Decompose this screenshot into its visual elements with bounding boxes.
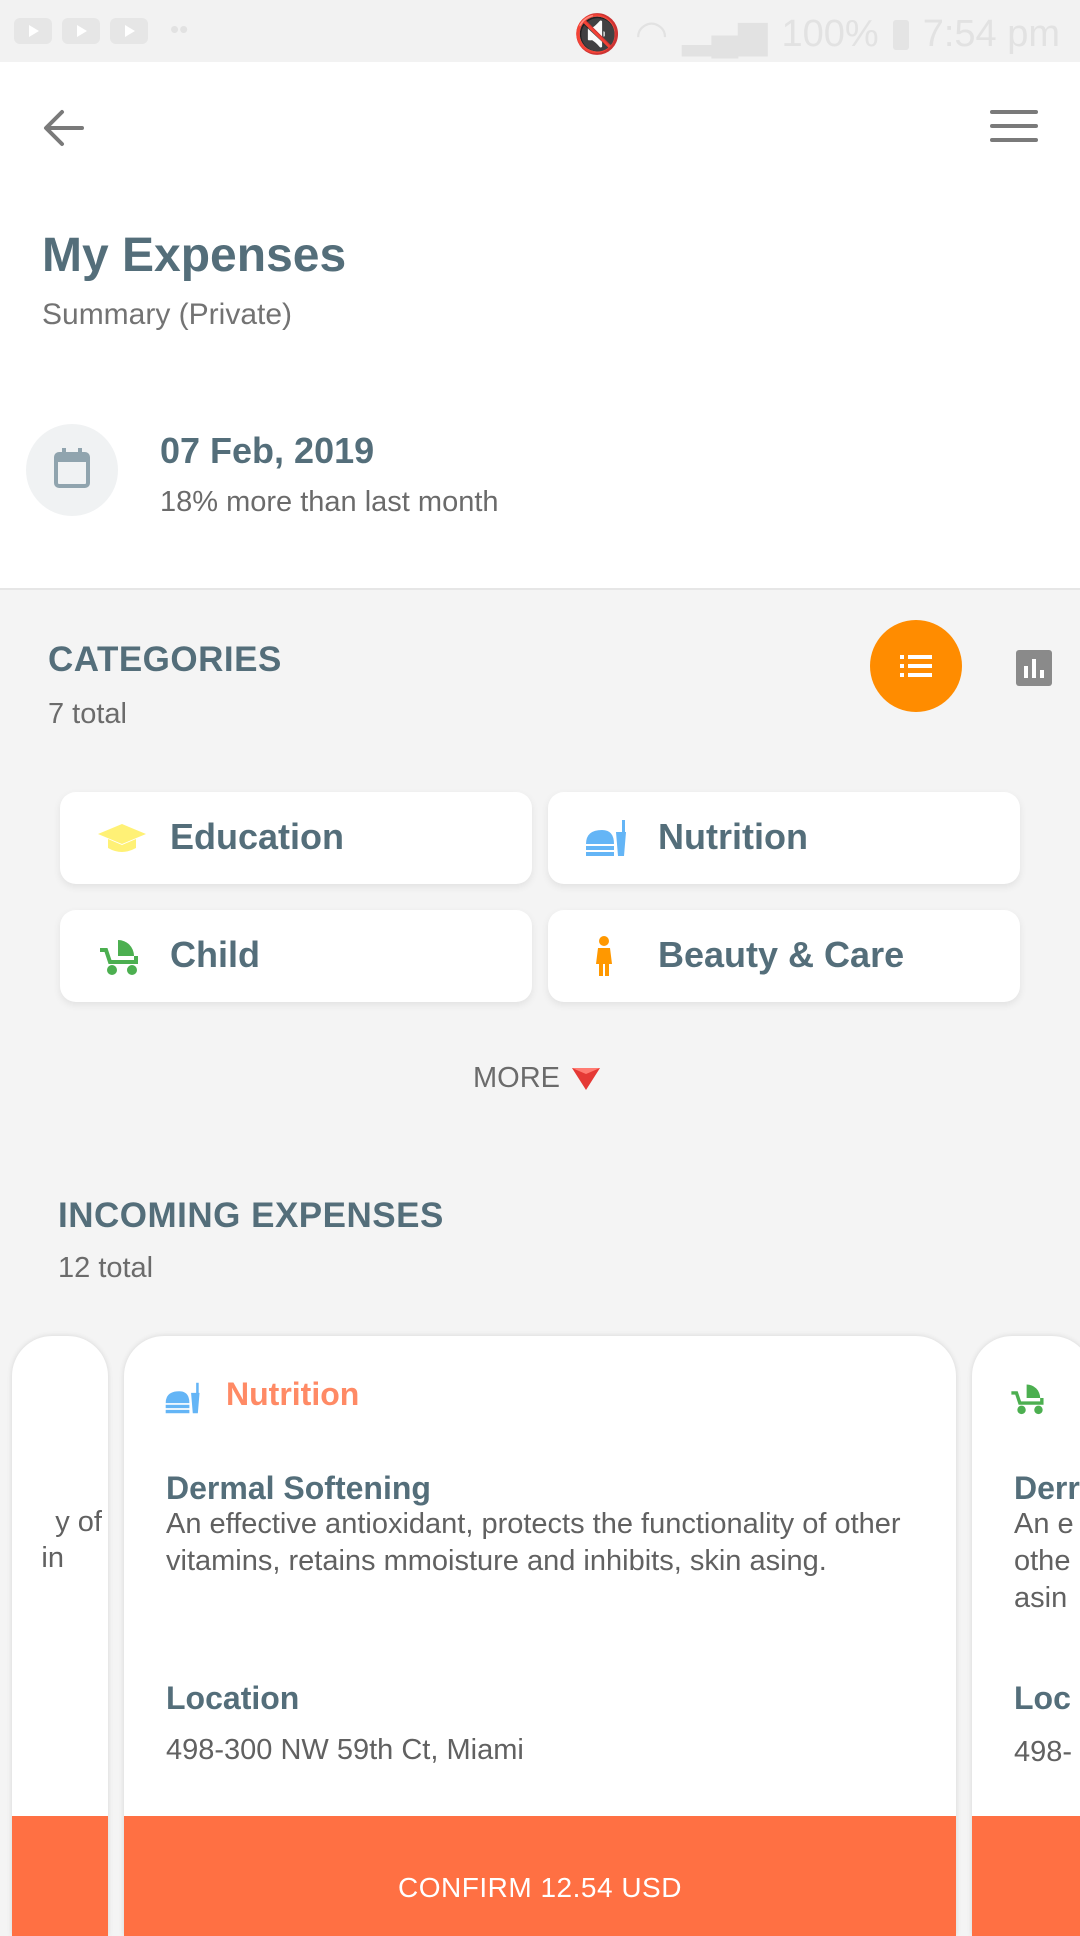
calendar-button[interactable] bbox=[26, 424, 118, 516]
location-label: Loc bbox=[1014, 1680, 1071, 1716]
expense-card-next[interactable]: Derr An e othe asin Loc 498- bbox=[972, 1336, 1080, 1936]
expense-location: 498- bbox=[1014, 1736, 1073, 1768]
status-icons: 🔇 ◠ ▂▄▆ 100% 7:54 pm bbox=[574, 12, 1060, 57]
more-label: MORE bbox=[473, 1062, 560, 1094]
incoming-expenses-count: 12 total bbox=[58, 1252, 154, 1284]
card-description-fragment: in bbox=[41, 1542, 64, 1574]
woman-icon bbox=[596, 936, 612, 976]
card-description-fragment: An e bbox=[1014, 1508, 1074, 1540]
battery-percent: 100% bbox=[781, 13, 879, 55]
category-nutrition[interactable]: Nutrition bbox=[548, 792, 1020, 884]
confirm-button[interactable]: CONFIRM 12.54 USD bbox=[124, 1816, 956, 1936]
mute-icon: 🔇 bbox=[573, 13, 621, 56]
summary-date: 07 Feb, 2019 bbox=[160, 430, 375, 471]
location-label: Location bbox=[166, 1680, 300, 1716]
category-label: Child bbox=[170, 934, 260, 975]
more-categories-button[interactable]: MORE bbox=[473, 1062, 602, 1095]
expense-name: Dermal Softening bbox=[166, 1470, 431, 1506]
bar-chart-icon bbox=[1016, 650, 1052, 686]
page-subtitle: Summary (Private) bbox=[42, 298, 293, 331]
category-education[interactable]: Education bbox=[60, 792, 532, 884]
stroller-icon bbox=[100, 940, 138, 975]
youtube-notification-icon bbox=[110, 18, 148, 44]
hamburger-icon bbox=[990, 110, 1038, 114]
card-description-fragment: y of bbox=[55, 1506, 102, 1538]
back-button[interactable] bbox=[36, 100, 92, 156]
expense-card[interactable]: Nutrition Dermal Softening An effective … bbox=[124, 1336, 956, 1936]
card-description-fragment: othe bbox=[1014, 1545, 1071, 1577]
page-title: My Expenses bbox=[42, 229, 347, 282]
menu-button[interactable] bbox=[990, 106, 1042, 150]
confirm-button[interactable] bbox=[12, 1816, 108, 1936]
expense-category: Nutrition bbox=[226, 1376, 360, 1412]
youtube-notification-icon bbox=[14, 18, 52, 44]
expense-description: An effective antioxidant, protects the f… bbox=[166, 1508, 901, 1577]
categories-count: 7 total bbox=[48, 698, 127, 730]
card-description-fragment: asin bbox=[1014, 1582, 1068, 1614]
battery-icon bbox=[892, 19, 909, 50]
expense-card-previous[interactable]: y of in bbox=[12, 1336, 108, 1936]
arrow-left-icon bbox=[44, 110, 84, 146]
food-icon bbox=[165, 1382, 200, 1414]
calendar-icon bbox=[54, 448, 90, 488]
wifi-icon: ◠ bbox=[634, 14, 669, 56]
month-comparison: 18% more than last month bbox=[160, 486, 499, 518]
more-notifications-icon: •• bbox=[170, 14, 189, 44]
clock: 7:54 pm bbox=[922, 13, 1060, 55]
category-label: Education bbox=[170, 816, 345, 857]
expense-name: Derr bbox=[1014, 1470, 1080, 1506]
stroller-icon bbox=[1011, 1384, 1044, 1415]
category-label: Beauty & Care bbox=[658, 934, 905, 975]
graduation-cap-icon bbox=[98, 824, 146, 852]
incoming-expenses-heading: INCOMING EXPENSES bbox=[58, 1196, 444, 1235]
food-icon bbox=[586, 820, 626, 856]
confirm-button[interactable] bbox=[972, 1816, 1080, 1936]
category-label: Nutrition bbox=[658, 816, 808, 857]
list-icon bbox=[900, 655, 932, 677]
categories-heading: CATEGORIES bbox=[48, 640, 282, 679]
status-bar: •• 🔇 ◠ ▂▄▆ 100% 7:54 pm bbox=[0, 0, 1080, 62]
category-beauty-care[interactable]: Beauty & Care bbox=[548, 910, 1020, 1002]
category-child[interactable]: Child bbox=[60, 910, 532, 1002]
expense-location: 498-300 NW 59th Ct, Miami bbox=[166, 1734, 524, 1766]
chart-view-toggle[interactable] bbox=[1016, 650, 1052, 686]
youtube-notification-icon bbox=[62, 18, 100, 44]
signal-icon: ▂▄▆ bbox=[682, 14, 768, 56]
list-view-toggle[interactable] bbox=[870, 620, 962, 712]
red-triangle-down-icon bbox=[572, 1067, 600, 1090]
